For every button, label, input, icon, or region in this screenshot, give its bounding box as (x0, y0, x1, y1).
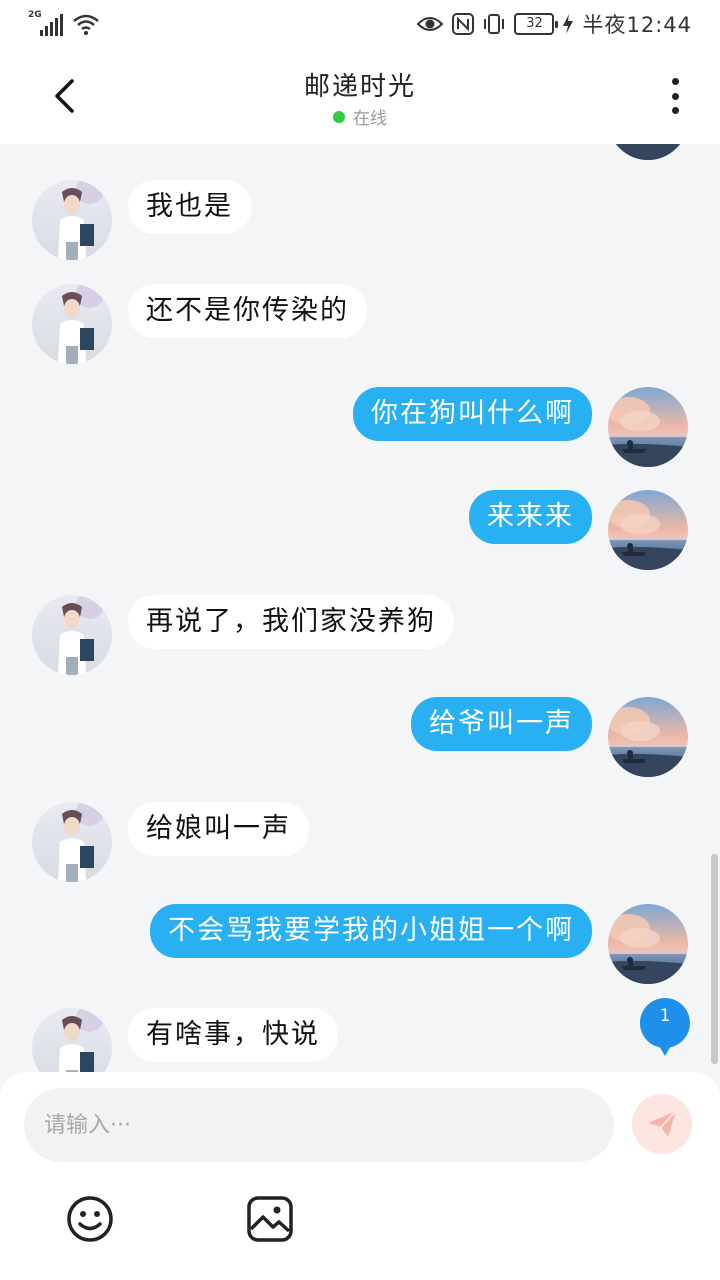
nfc-icon (452, 13, 475, 35)
unread-badge[interactable]: 1 (638, 996, 692, 1056)
message-row: 来来来 (0, 490, 720, 570)
scrollbar[interactable] (711, 854, 718, 1064)
image-icon (247, 1196, 293, 1242)
send-icon (648, 1110, 677, 1137)
outgoing-message-bubble[interactable]: 不会骂我要学我的小姐姐一个啊 (150, 904, 592, 958)
incoming-message-bubble[interactable]: 还不是你传染的 (128, 284, 367, 338)
message-row: 给爷叫一声 (0, 697, 720, 777)
vibrate-icon (484, 14, 505, 34)
wifi-icon (73, 14, 99, 35)
presence-status: 在线 (0, 104, 720, 129)
clock: 半夜12:44 (582, 13, 692, 37)
avatar-contact[interactable] (32, 802, 112, 882)
chat-title: 邮递时光 (303, 72, 416, 102)
incoming-message-bubble[interactable]: 给娘叫一声 (128, 802, 309, 856)
more-button[interactable] (660, 74, 690, 118)
message-row: 不会骂我要学我的小姐姐一个啊 (0, 904, 720, 984)
incoming-message-bubble[interactable]: 再说了，我们家没养狗 (128, 595, 454, 649)
cellular-signal-icon: 2G (28, 10, 63, 36)
avatar-contact[interactable] (32, 1008, 112, 1072)
outgoing-message-bubble[interactable]: 来来来 (469, 490, 592, 544)
message-input[interactable] (24, 1088, 614, 1162)
battery-indicator: 32 (514, 13, 559, 35)
image-button[interactable] (246, 1195, 294, 1243)
message-row: 我也是 (0, 180, 720, 260)
avatar-contact[interactable] (32, 284, 112, 364)
avatar-self[interactable] (608, 490, 688, 570)
avatar-contact[interactable] (32, 595, 112, 675)
message-row: 你在狗叫什么啊 (0, 387, 720, 467)
eye-comfort-icon (417, 17, 444, 31)
presence-label: 在线 (353, 109, 387, 129)
outgoing-message-bubble[interactable]: 给爷叫一声 (411, 697, 592, 751)
outgoing-message-bubble[interactable]: 你在狗叫什么啊 (353, 387, 592, 441)
emoji-icon (67, 1196, 113, 1242)
emoji-button[interactable] (66, 1195, 114, 1243)
send-button[interactable] (632, 1094, 692, 1154)
composer (0, 1072, 720, 1280)
message-list[interactable]: 我也是还不是你传染的你在狗叫什么啊来来来 再说了，我们家没养狗给爷叫一声给娘叫一声… (0, 144, 720, 1072)
message-row: 有啥事，快说 (0, 1008, 720, 1072)
more-vertical-icon (671, 78, 679, 114)
avatar-self[interactable] (608, 387, 688, 467)
message-row: 还不是你传染的 (0, 284, 720, 364)
status-bar: 2G 32 半夜12:44 (0, 0, 720, 48)
message-row: 再说了，我们家没养狗 (0, 595, 720, 675)
online-dot (333, 110, 345, 123)
incoming-message-bubble[interactable]: 有啥事，快说 (128, 1008, 338, 1062)
chat-header: 邮递时光 在线 (0, 48, 720, 144)
charging-icon (563, 14, 574, 34)
avatar-self[interactable] (608, 144, 688, 160)
unread-count: 1 (659, 1006, 671, 1026)
incoming-message-bubble[interactable]: 我也是 (128, 180, 251, 234)
avatar-self[interactable] (608, 904, 688, 984)
message-row: 给娘叫一声 (0, 802, 720, 882)
avatar-self[interactable] (608, 697, 688, 777)
avatar-contact[interactable] (32, 180, 112, 260)
